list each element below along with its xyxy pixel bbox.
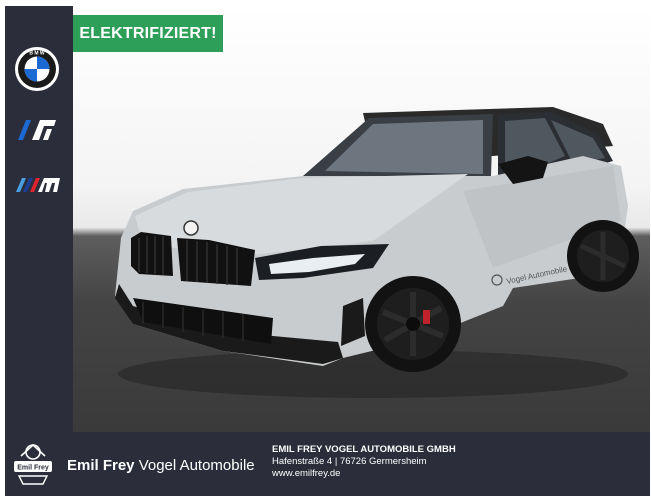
vehicle-image-card: B M W ELEKTRIFIZIERT! Vogel Automobile E…	[5, 6, 650, 496]
dealer-footer: Emil Frey Emil Frey Vogel Automobile EMI…	[5, 432, 650, 496]
dealer-brand-name: Emil Frey Vogel Automobile	[67, 457, 255, 474]
vehicle-photo: ELEKTRIFIZIERT! Vogel Automobile	[73, 6, 650, 432]
dealer-address-block: EMIL FREY VOGEL AUTOMOBILE GMBH Hafenstr…	[272, 444, 456, 480]
dealer-website[interactable]: www.emilfrey.de	[272, 468, 456, 480]
bmw-roundel-icon: B M W	[15, 47, 59, 91]
emil-frey-logo-icon: Emil Frey	[14, 443, 52, 485]
brand-sidebar: B M W	[5, 6, 73, 432]
dealer-name: EMIL FREY VOGEL AUTOMOBILE GMBH	[272, 444, 456, 455]
bmw-i-icon	[18, 120, 56, 140]
bmw-touring-car-image: Vogel Automobile	[115, 107, 639, 398]
dealer-address: Hafenstraße 4 | 76726 Germersheim	[272, 456, 427, 467]
brand-name-bold: Emil Frey	[67, 457, 135, 474]
bmw-m-icon	[16, 178, 60, 192]
svg-text:B M W: B M W	[29, 51, 45, 57]
emil-frey-logo-text: Emil Frey	[17, 465, 49, 472]
brand-name-rest: Vogel Automobile	[134, 457, 255, 474]
